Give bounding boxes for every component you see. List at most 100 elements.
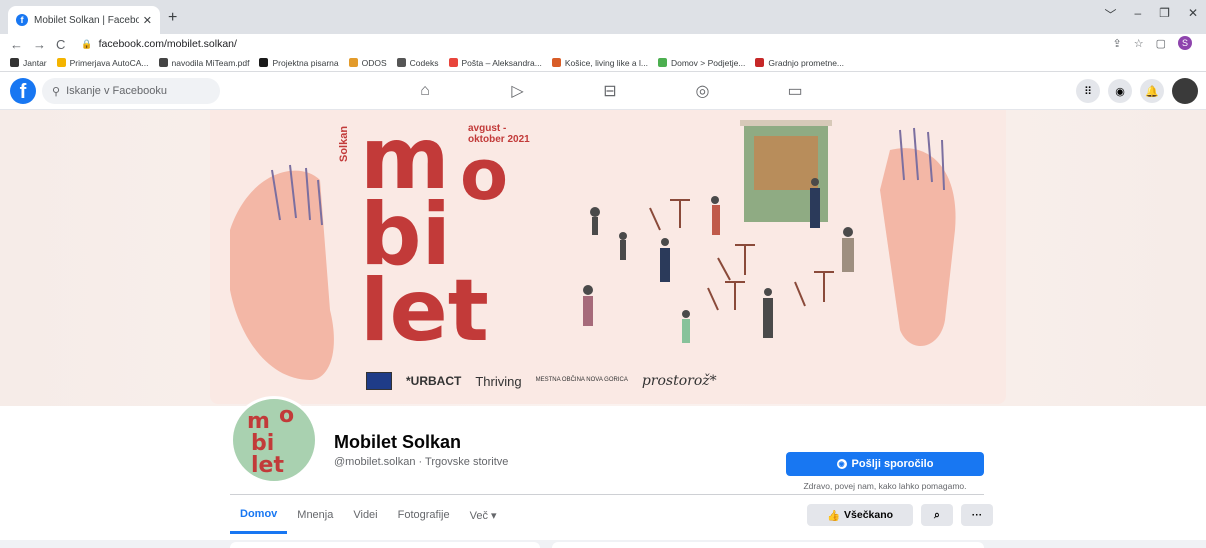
bookmark-item[interactable]: Primerjava AutoCA... <box>56 57 149 68</box>
bookmark-favicon-icon <box>396 58 406 67</box>
messenger-icon: ◉ <box>836 459 847 469</box>
menu-grid-icon[interactable]: ⠿ <box>1076 79 1100 103</box>
bookmark-item[interactable]: Domov > Podjetje... <box>657 58 745 68</box>
posts-card-edge <box>552 542 984 548</box>
bookmark-item[interactable]: Codeks <box>396 57 439 68</box>
left-hand-shape <box>230 170 334 380</box>
bookmarks-bar: Jantar Primerjava AutoCA... navodila MiTea… <box>0 54 1206 72</box>
window-controls: ﹀ – ❐ ✕ <box>1104 6 1198 23</box>
search-icon: ⚲ <box>52 85 61 98</box>
like-button[interactable]: 👍 Všečkano <box>807 504 913 526</box>
forward-button[interactable]: → <box>33 37 46 52</box>
marketplace-icon[interactable]: ⊟ <box>585 81 635 101</box>
new-tab-button[interactable]: + <box>168 9 177 27</box>
tab-več[interactable]: Več ▾ <box>460 496 507 534</box>
back-button[interactable]: ← <box>10 37 23 52</box>
restore-button[interactable]: ❐ <box>1159 6 1170 23</box>
profile-picture[interactable]: m o bi let <box>230 396 318 484</box>
minimize-button[interactable]: – <box>1134 6 1141 23</box>
address-bar: ← → C 🔒 facebook.com/mobilet.solkan/ ⇪ ☆… <box>0 34 1206 54</box>
like-label: Všečkano <box>844 509 894 521</box>
kiosk-roof <box>740 120 832 126</box>
bookmark-item[interactable]: Pošta – Aleksandra... <box>448 57 542 68</box>
bookmark-label: Jantar <box>23 57 47 68</box>
home-icon[interactable]: ⌂ <box>400 82 450 100</box>
watch-icon[interactable]: ▷ <box>493 81 543 101</box>
cover-photo[interactable]: Solkan m o avgust - oktober 2021 bi let … <box>210 110 1006 404</box>
bookmark-label: Pošta – Aleksandra... <box>461 57 542 68</box>
gaming-icon[interactable]: ▭ <box>770 81 820 101</box>
more-options-button[interactable]: ··· <box>961 504 993 526</box>
cover-illustration <box>230 120 956 380</box>
page-search-button[interactable]: ⌕ <box>921 504 953 526</box>
send-message-note: Zdravo, povej nam, kako lahko pomagamo. <box>803 481 967 491</box>
browser-tab[interactable]: f Mobilet Solkan | Facebook ✕ <box>8 6 160 34</box>
messenger-icon[interactable]: ◉ <box>1108 79 1132 103</box>
tab-mnenja[interactable]: Mnenja <box>287 496 343 534</box>
bookmark-favicon-icon <box>259 58 269 67</box>
cover-letters-let: let <box>360 261 489 361</box>
cover-dates-line2: oktober 2021 <box>468 133 530 145</box>
bookmark-label: ODOS <box>361 57 387 68</box>
bookmark-favicon-icon <box>551 58 561 67</box>
kiosk-window <box>754 136 818 190</box>
bookmark-item[interactable]: Gradnjo prometne... <box>755 58 844 68</box>
url-field[interactable]: 🔒 facebook.com/mobilet.solkan/ <box>81 38 237 50</box>
bookmark-favicon-icon <box>448 58 458 67</box>
tab-title: Mobilet Solkan | Facebook <box>34 14 139 26</box>
bookmark-item[interactable]: Košice, living like a l... <box>551 58 648 68</box>
bookmark-item[interactable]: ODOS <box>348 57 387 68</box>
tab-close-icon[interactable]: ✕ <box>143 14 152 27</box>
thumbs-up-icon: 👍 <box>826 509 841 522</box>
profile-pic-m: m <box>247 409 270 434</box>
thriving-streets-logo: Thriving <box>475 373 522 389</box>
close-window-button[interactable]: ✕ <box>1188 6 1198 23</box>
cover-solkan-text: Solkan <box>338 125 350 162</box>
lock-icon: 🔒 <box>81 38 93 49</box>
reload-button[interactable]: C <box>56 37 65 52</box>
page-title: Mobilet Solkan <box>334 432 462 452</box>
page-content: Solkan m o avgust - oktober 2021 bi let … <box>0 110 1206 540</box>
bookmark-favicon-icon <box>56 58 66 67</box>
profile-pic-bi: bi <box>251 431 275 456</box>
bookmark-favicon-icon <box>10 58 19 67</box>
bookmark-favicon-icon <box>657 58 667 67</box>
tab-search-icon[interactable]: ﹀ <box>1104 6 1116 23</box>
groups-icon[interactable]: ◎ <box>678 81 728 101</box>
side-panel-icon[interactable]: ▢ <box>1156 37 1166 50</box>
bookmark-favicon-icon <box>158 58 168 67</box>
page-tabs: Domov Mnenja Videi Fotografije Več ▾ <box>230 496 507 534</box>
search-icon: ⌕ <box>934 508 940 521</box>
send-message-label: Pošlji sporočilo <box>851 458 934 470</box>
tab-domov[interactable]: Domov <box>230 496 288 534</box>
url-text: facebook.com/mobilet.solkan/ <box>98 38 237 50</box>
bookmark-label: Codeks <box>409 57 439 68</box>
account-avatar[interactable] <box>1172 78 1198 104</box>
mestna-obcina-logo: MESTNA OBČINA NOVA GORICA <box>535 377 628 384</box>
tab-videi[interactable]: Videi <box>343 496 387 534</box>
notifications-bell-icon[interactable]: 🔔 <box>1140 79 1164 103</box>
tab-fotografije[interactable]: Fotografije <box>388 496 460 534</box>
header-actions: ⠿ ◉ 🔔 <box>1076 78 1198 104</box>
cover-dates-line1: avgust - <box>468 123 507 134</box>
send-message-button[interactable]: ◉ Pošlji sporočilo <box>786 452 984 476</box>
facebook-header: f ⚲ Iskanje v Facebooku ⌂ ▷ ⊟ ◎ ▭ ⠿ ◉ 🔔 <box>0 72 1206 110</box>
browser-tab-bar: f Mobilet Solkan | Facebook ✕ + ﹀ – ❐ ✕ <box>0 0 1206 34</box>
search-placeholder: Iskanje v Facebooku <box>66 85 167 97</box>
search-input[interactable]: ⚲ Iskanje v Facebooku <box>42 78 220 104</box>
urbact-logo: *URBACT <box>406 374 462 388</box>
intro-card-edge <box>230 542 540 548</box>
profile-avatar[interactable]: S <box>1178 36 1192 50</box>
bookmark-item[interactable]: navodila MiTeam.pdf <box>158 57 250 68</box>
share-icon[interactable]: ⇪ <box>1113 37 1122 50</box>
cover-dates: avgust - oktober 2021 <box>468 123 530 145</box>
bookmark-label: Primerjava AutoCA... <box>69 57 149 68</box>
bookmark-star-icon[interactable]: ☆ <box>1134 37 1144 50</box>
bookmark-item[interactable]: Jantar <box>10 58 47 68</box>
bookmark-label: navodila MiTeam.pdf <box>171 57 250 68</box>
profile-pic-let: let <box>251 453 284 478</box>
facebook-logo-icon[interactable]: f <box>10 78 36 104</box>
cover-partner-logos: *URBACT Thriving MESTNA OBČINA NOVA GORI… <box>366 372 717 390</box>
profile-pic-o: o <box>279 403 295 428</box>
bookmark-item[interactable]: Projektna pisarna <box>259 58 339 68</box>
